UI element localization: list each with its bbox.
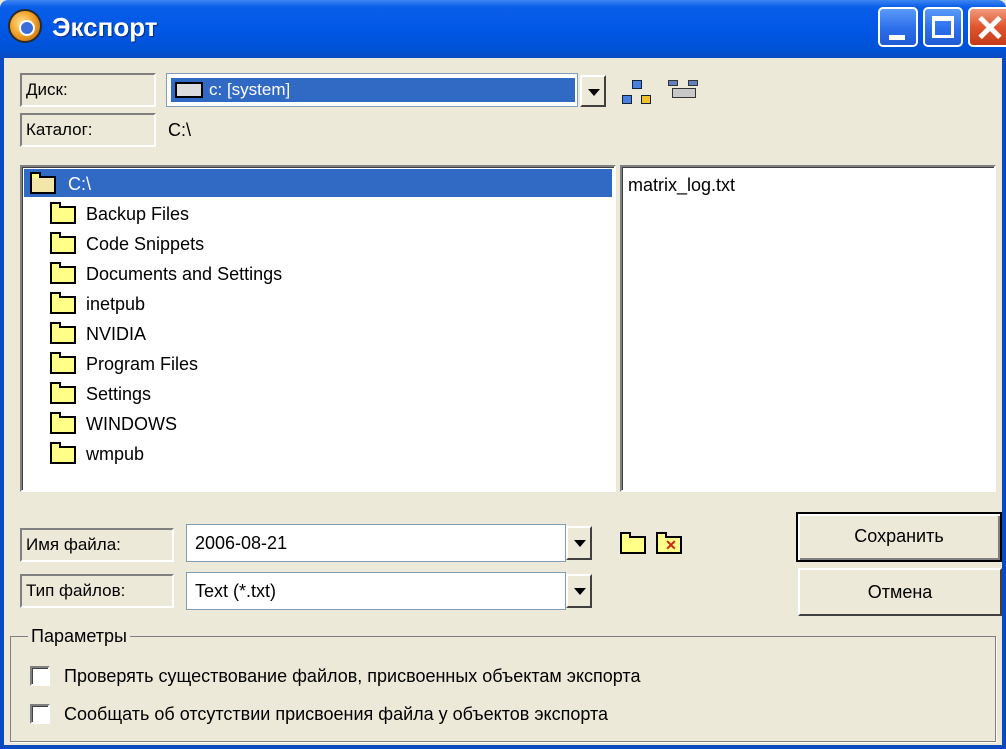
catalog-label: Каталог: [20, 113, 156, 147]
tree-item-label: NVIDIA [86, 324, 147, 344]
filetype-label: Тип файлов: [20, 574, 174, 608]
network-drive-icon[interactable] [668, 78, 700, 106]
folder-open-icon[interactable] [620, 532, 646, 554]
check-existence-checkbox[interactable] [30, 666, 50, 686]
filename-dropdown-button[interactable] [566, 526, 592, 560]
folder-open-icon [30, 172, 56, 194]
tree-item-root[interactable]: C:\ [24, 169, 612, 199]
params-title: Параметры [28, 625, 130, 647]
report-missing-checkbox[interactable] [30, 704, 50, 724]
file-list[interactable]: matrix_log.txt [620, 165, 996, 492]
app-icon[interactable] [8, 9, 42, 43]
folder-icon [50, 232, 76, 254]
drive-icon [175, 82, 203, 98]
folder-icon [50, 412, 76, 434]
tree-item-label: wmpub [86, 444, 145, 464]
params-group [10, 636, 996, 742]
folder-tree[interactable]: C:\ Backup Files Code Snippets Documents… [20, 165, 616, 492]
folder-icon [50, 352, 76, 374]
drive-selection: c: [system] [170, 77, 576, 103]
filetype-value: Text (*.txt) [195, 581, 277, 601]
tree-item-label: Code Snippets [86, 234, 205, 254]
save-button[interactable]: Сохранить [796, 512, 1002, 562]
window-title: Экспорт [52, 12, 158, 42]
filetype-select[interactable]: Text (*.txt) [186, 572, 566, 610]
tree-item-label: Backup Files [86, 204, 190, 224]
check-existence-label[interactable]: Проверять существование файлов, присвоен… [64, 664, 640, 688]
tree-item-label: Documents and Settings [86, 264, 283, 284]
report-missing-label[interactable]: Сообщать об отсутствии присвоения файла … [64, 702, 608, 726]
tree-item-label: WINDOWS [86, 414, 177, 434]
close-button[interactable] [968, 7, 1006, 47]
catalog-path: C:\ [168, 120, 192, 140]
filename-label: Имя файла: [20, 528, 174, 562]
maximize-button[interactable] [923, 7, 963, 47]
drive-value: c: [system] [209, 80, 291, 99]
tree-item-label: inetpub [86, 294, 146, 314]
tree-item-label: Program Files [86, 354, 199, 374]
cancel-button[interactable]: Отмена [798, 568, 1002, 616]
file-item[interactable]: matrix_log.txt [628, 171, 735, 199]
filename-value: 2006-08-21 [195, 533, 288, 553]
network-icon[interactable] [622, 80, 652, 106]
folder-icon [50, 442, 76, 464]
drive-select[interactable]: c: [system] [166, 73, 578, 107]
folder-icon [50, 262, 76, 284]
drive-dropdown-button[interactable] [580, 75, 606, 107]
folder-icon [50, 322, 76, 344]
folder-icon [50, 382, 76, 404]
tree-root-label: C:\ [68, 174, 92, 194]
filetype-dropdown-button[interactable] [566, 574, 592, 608]
drive-label: Диск: [20, 73, 156, 107]
minimize-button[interactable] [878, 7, 918, 47]
tree-item-label: Settings [86, 384, 152, 404]
filename-input[interactable]: 2006-08-21 [186, 524, 566, 562]
folder-delete-icon[interactable]: ✕ [656, 532, 684, 554]
folder-icon [50, 292, 76, 314]
folder-icon [50, 202, 76, 224]
